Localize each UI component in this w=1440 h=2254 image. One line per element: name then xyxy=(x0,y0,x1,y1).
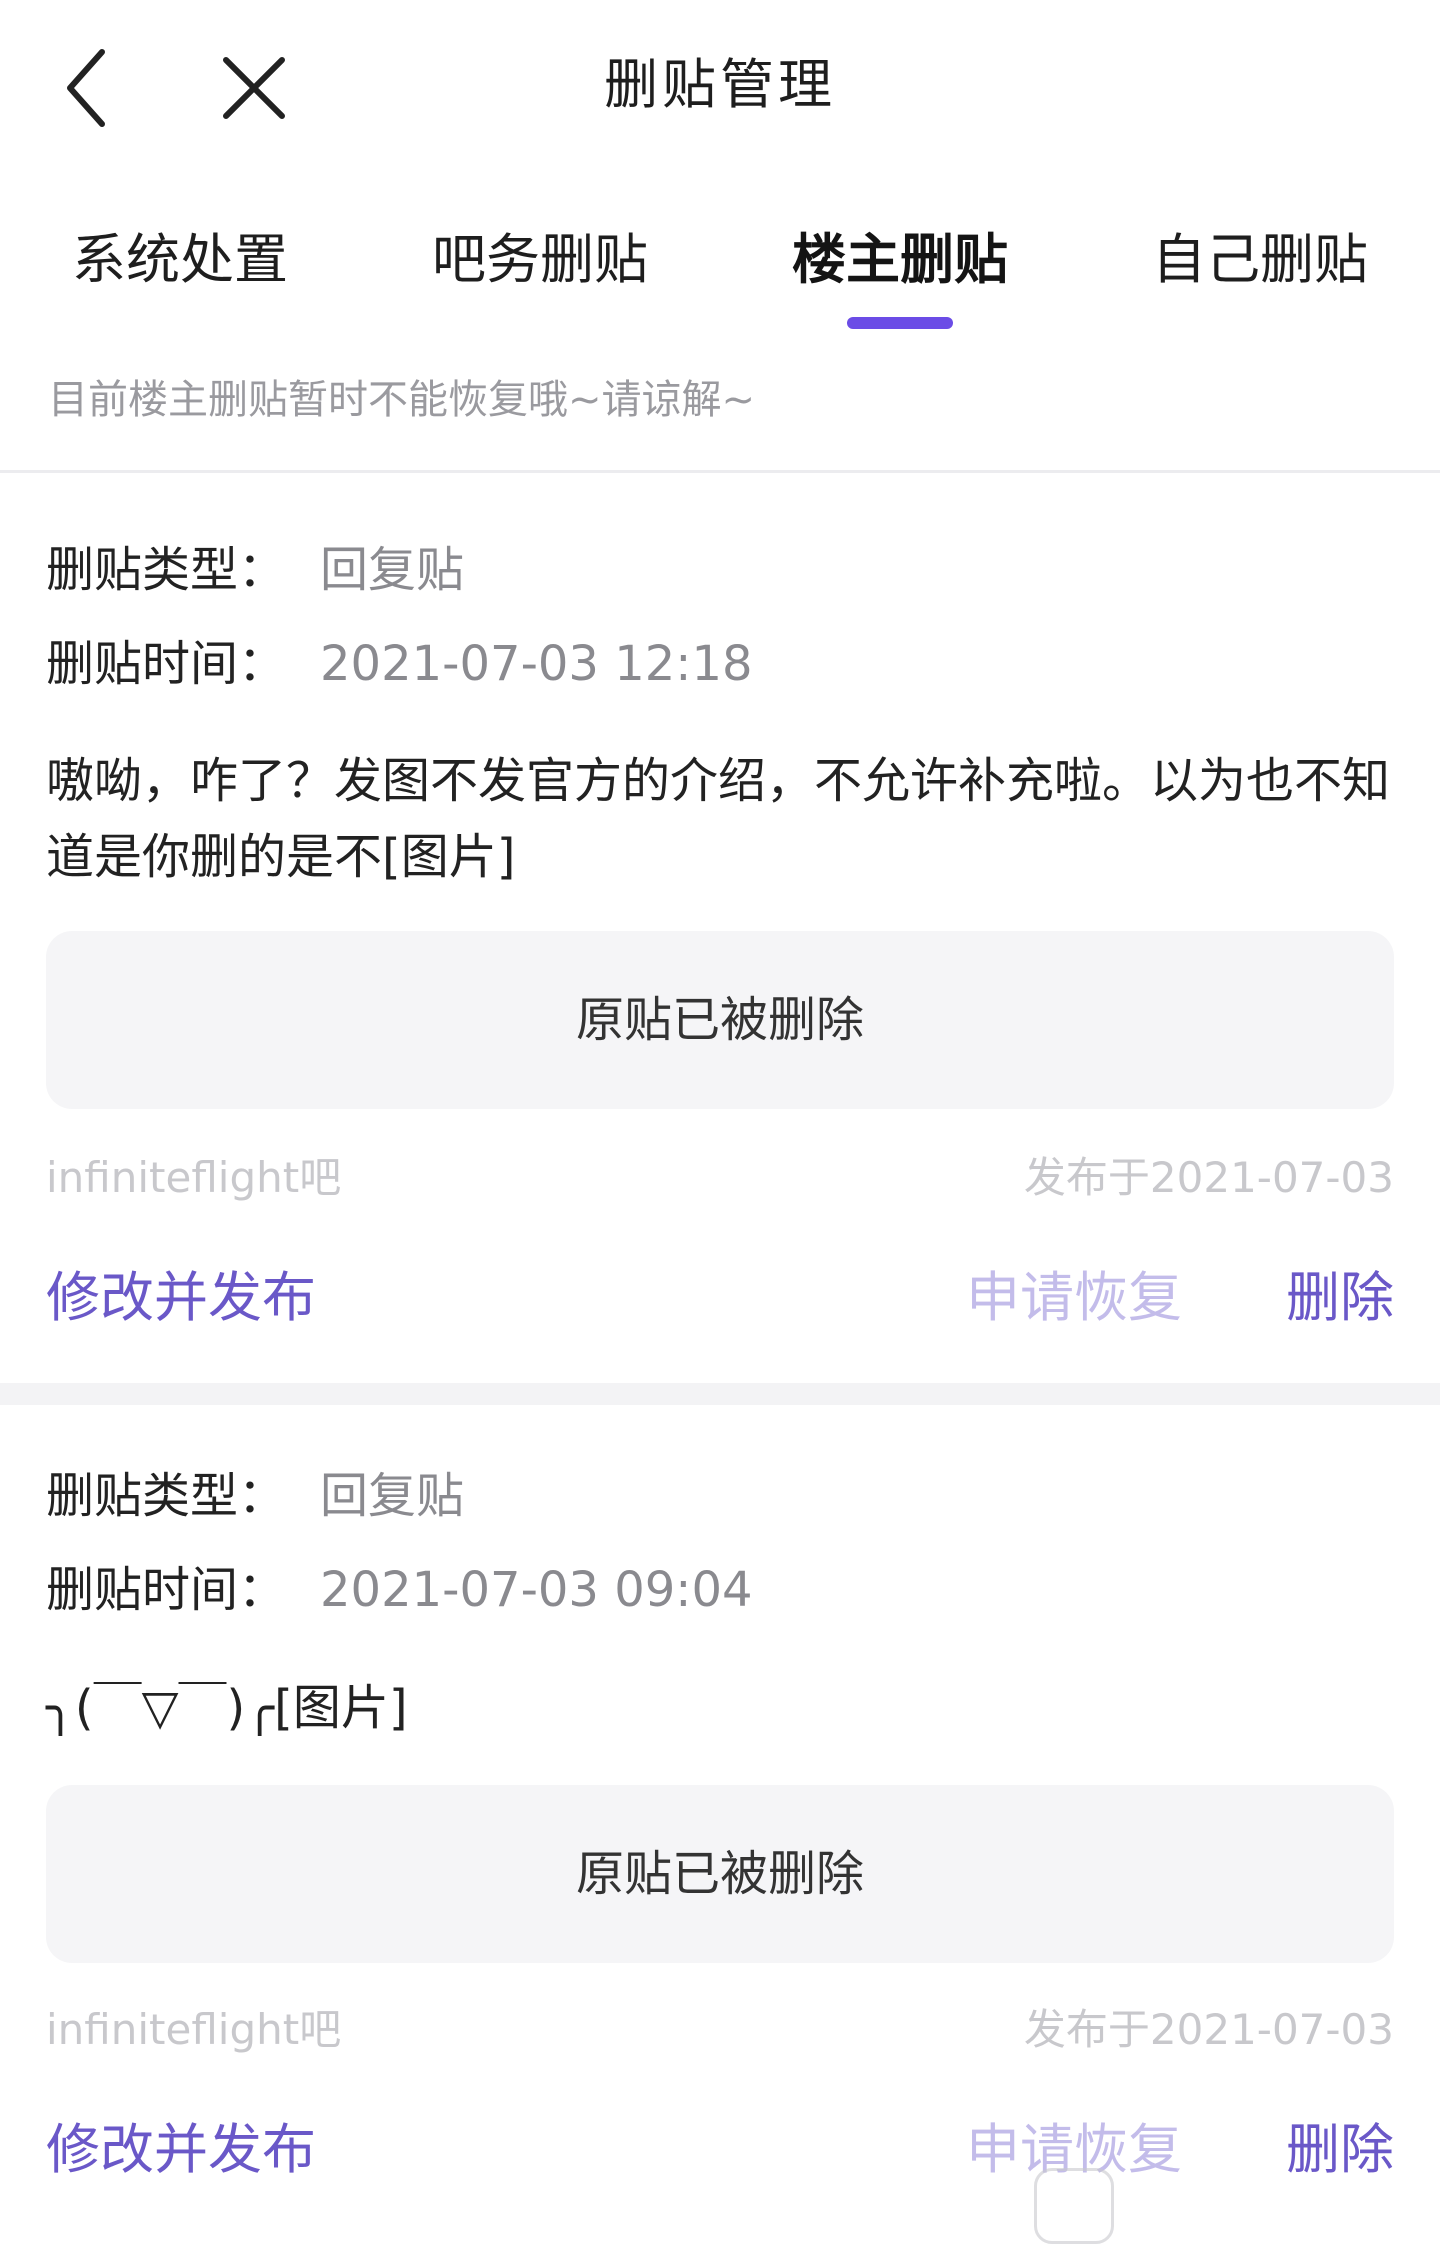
edit-and-publish-button[interactable]: 修改并发布 xyxy=(46,1263,316,1333)
post-card: 删贴类型： 回复贴 删贴时间： 2021-07-03 12:18 嗷呦，咋了？发图不… xyxy=(0,473,1440,1383)
time-value: 2021-07-03 09:04 xyxy=(320,1562,753,1618)
delete-button[interactable]: 删除 xyxy=(1286,1263,1394,1333)
time-row: 删贴时间： 2021-07-03 09:04 xyxy=(46,1555,753,1625)
page: 删贴管理 系统处置 吧务删贴 楼主删贴 自己删贴 目前楼主删贴暂时不能恢复哦~请… xyxy=(0,0,1440,2254)
post-content: ╮(￣▽￣)╭[图片] xyxy=(46,1680,408,1736)
time-row: 删贴时间： 2021-07-03 12:18 xyxy=(46,629,753,699)
original-post-box[interactable]: 原贴已被删除 xyxy=(46,1785,1394,1963)
section-separator xyxy=(0,1383,1440,1405)
type-row: 删贴类型： 回复贴 xyxy=(46,535,464,605)
nav-bar: 删贴管理 xyxy=(0,0,1440,170)
time-value: 2021-07-03 12:18 xyxy=(320,636,753,692)
page-title: 删贴管理 xyxy=(604,53,836,116)
post-card: 删贴类型： 回复贴 删贴时间： 2021-07-03 09:04 ╮(￣▽￣)╭[图… xyxy=(0,1405,1440,2254)
watermark-icon xyxy=(1034,2168,1114,2244)
type-value: 回复贴 xyxy=(320,542,465,598)
delete-button[interactable]: 删除 xyxy=(1286,2115,1394,2185)
tab-self-deleted[interactable]: 自己删贴 xyxy=(1080,220,1440,300)
publish-date: 发布于2021-07-03 xyxy=(1023,2005,1394,2054)
tab-op-deleted[interactable]: 楼主删贴 xyxy=(720,220,1080,300)
tab-system-disposal[interactable]: 系统处置 xyxy=(0,220,360,300)
forum-name[interactable]: infiniteflight吧 xyxy=(46,1148,341,1208)
type-value: 回复贴 xyxy=(320,1468,465,1524)
publish-date: 发布于2021-07-03 xyxy=(1023,1153,1394,1202)
post-content: 嗷呦，咋了？发图不发官方的介绍，不允许补充啦。以为也不知道是你删的是不[图片] xyxy=(46,753,1391,885)
type-row: 删贴类型： 回复贴 xyxy=(46,1461,464,1531)
forum-name[interactable]: infiniteflight吧 xyxy=(46,2000,341,2060)
original-post-box[interactable]: 原贴已被删除 xyxy=(46,931,1394,1109)
type-label: 删贴类型： xyxy=(46,542,287,598)
edit-and-publish-button[interactable]: 修改并发布 xyxy=(46,2115,316,2185)
request-restore-button[interactable]: 申请恢复 xyxy=(966,1263,1182,1333)
active-tab-indicator xyxy=(847,317,953,329)
time-label: 删贴时间： xyxy=(46,636,287,692)
tab-moderator-deleted[interactable]: 吧务删贴 xyxy=(360,220,720,300)
tab-bar: 系统处置 吧务删贴 楼主删贴 自己删贴 xyxy=(0,210,1440,330)
time-label: 删贴时间： xyxy=(46,1562,287,1618)
notice-text: 目前楼主删贴暂时不能恢复哦~请谅解~ xyxy=(48,377,756,423)
type-label: 删贴类型： xyxy=(46,1468,287,1524)
